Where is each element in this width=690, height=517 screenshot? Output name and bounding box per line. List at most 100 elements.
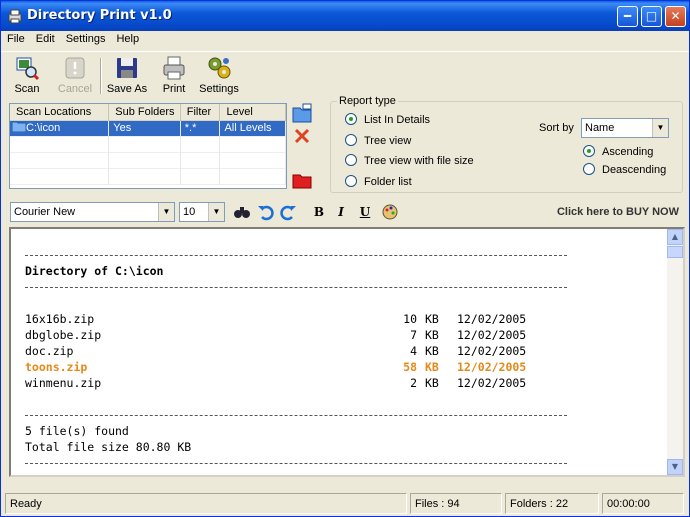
app-window: Directory Print v1.0 ━ □ ✕ File Edit Setti… [0, 0, 690, 517]
printer-app-icon [8, 9, 22, 24]
sort-by-label: Sort by [539, 122, 574, 134]
file-name: winmenu.zip [25, 376, 102, 390]
settings-button[interactable]: Settings [197, 55, 241, 97]
red-folder-button[interactable] [291, 169, 313, 191]
file-size: 58 [403, 360, 417, 374]
window-title: Directory Print v1.0 [27, 8, 172, 23]
close-icon: ✕ [670, 9, 681, 23]
report-output[interactable]: Directory of C:\icon 16x16b.zip 10 KB 12/02… [9, 227, 685, 477]
report-type-legend: Report type [337, 95, 398, 107]
menu-edit[interactable]: Edit [30, 31, 60, 45]
bold-button[interactable]: B [310, 203, 328, 221]
buy-now-link[interactable]: Click here to BUY NOW [557, 206, 679, 218]
toolbar: Scan Cancel Save As Print Settings [1, 51, 689, 97]
cancel-button[interactable]: Cancel [55, 55, 95, 97]
file-date: 12/02/2005 [457, 344, 527, 358]
printer-icon [163, 56, 185, 80]
file-size-unit: KB [425, 344, 439, 358]
dashed-divider [25, 415, 567, 416]
file-name: doc.zip [25, 344, 74, 358]
file-name: 16x16b.zip [25, 312, 95, 326]
file-size: 4 [410, 344, 417, 358]
save-as-button[interactable]: Save As [106, 55, 148, 97]
file-date: 12/02/2005 [457, 360, 527, 374]
close-button[interactable]: ✕ [665, 6, 686, 27]
radio-dot-icon [345, 175, 357, 187]
dashed-divider [25, 287, 567, 288]
radio-label: Ascending [602, 146, 654, 158]
scan-button[interactable]: Scan [9, 55, 45, 97]
file-name: toons.zip [25, 360, 88, 374]
font-size-value: 10 [183, 206, 196, 218]
title-bar[interactable]: Directory Print v1.0 ━ □ ✕ [1, 1, 689, 31]
print-button[interactable]: Print [157, 55, 191, 97]
radio-deascending[interactable]: Deascending [583, 163, 666, 177]
radio-folder-list[interactable]: Folder list [345, 175, 412, 189]
radio-label: List In Details [364, 114, 431, 126]
radio-label: Tree view [364, 135, 412, 147]
cell-filter: *.* [180, 121, 221, 137]
cell-sub-folders: Yes [109, 121, 181, 137]
column-header-level[interactable]: Level [220, 104, 286, 121]
radio-dot-icon [345, 134, 357, 146]
summary-total: Total file size 80.80 KB [25, 440, 192, 454]
report-type-group: Report type List In Details Tree view Tr… [330, 95, 683, 193]
radio-dot-icon [583, 163, 595, 175]
chevron-down-icon[interactable]: ▼ [652, 119, 668, 137]
font-select[interactable]: Courier New ▼ [10, 202, 175, 222]
remove-location-button[interactable] [291, 125, 313, 147]
color-palette-icon[interactable] [381, 203, 399, 221]
underline-button[interactable]: U [356, 203, 374, 221]
gears-icon [208, 57, 231, 79]
file-name: dbglobe.zip [25, 328, 102, 342]
scan-list-header: Scan Locations Sub Folders Filter Level [10, 104, 286, 121]
radio-dot-icon [583, 145, 595, 157]
status-text: Ready [5, 493, 407, 514]
maximize-button[interactable]: □ [641, 6, 662, 27]
status-folders: Folders : 22 [505, 493, 599, 514]
table-row[interactable]: C:\icon Yes *.* All Levels [10, 121, 286, 137]
redo-icon[interactable] [279, 203, 297, 221]
column-header-scan-locations[interactable]: Scan Locations [10, 104, 110, 121]
maximize-icon: □ [645, 9, 658, 23]
file-size: 10 [403, 312, 417, 326]
cell-location: C:\icon [26, 122, 61, 134]
minimize-button[interactable]: ━ [617, 6, 638, 27]
column-header-sub-folders[interactable]: Sub Folders [109, 104, 181, 121]
add-folder-button[interactable] [291, 103, 313, 125]
radio-tree-view[interactable]: Tree view [345, 134, 411, 148]
file-size-unit: KB [425, 328, 439, 342]
file-date: 12/02/2005 [457, 328, 527, 342]
radio-list-in-details[interactable]: List In Details [345, 113, 430, 127]
vertical-scrollbar[interactable]: ▲ ▼ [667, 229, 683, 475]
italic-button[interactable]: I [332, 203, 350, 221]
table-row [10, 137, 286, 153]
scan-icon [16, 57, 40, 81]
scroll-down-icon[interactable]: ▼ [667, 459, 683, 475]
menu-settings[interactable]: Settings [60, 31, 111, 45]
menu-bar: File Edit Settings Help [1, 31, 689, 50]
cancel-label: Cancel [57, 83, 93, 95]
minimize-icon: ━ [623, 9, 632, 23]
scroll-up-icon[interactable]: ▲ [667, 229, 683, 245]
folder-icon [11, 121, 27, 133]
chevron-down-icon[interactable]: ▼ [158, 203, 174, 221]
font-size-select[interactable]: 10 ▼ [179, 202, 225, 222]
undo-icon[interactable] [257, 203, 275, 221]
radio-dot-icon [345, 113, 357, 125]
radio-tree-view-with-file-size[interactable]: Tree view with file size [345, 154, 474, 168]
menu-file[interactable]: File [1, 31, 30, 45]
column-header-filter[interactable]: Filter [181, 104, 221, 121]
sort-by-select[interactable]: Name ▼ [581, 118, 669, 138]
radio-dot-icon [345, 154, 357, 166]
table-row [10, 169, 286, 185]
scan-locations-list[interactable]: Scan Locations Sub Folders Filter Level … [9, 103, 287, 189]
radio-ascending[interactable]: Ascending [583, 145, 653, 159]
chevron-down-icon[interactable]: ▼ [208, 203, 224, 221]
status-time: 00:00:00 [602, 493, 684, 514]
format-toolbar: Courier New ▼ 10 ▼ B I U Click here to B… [1, 199, 689, 225]
find-binoculars-icon[interactable] [233, 203, 251, 221]
print-label: Print [162, 83, 186, 95]
menu-help[interactable]: Help [110, 31, 144, 45]
scroll-thumb[interactable] [667, 246, 683, 258]
